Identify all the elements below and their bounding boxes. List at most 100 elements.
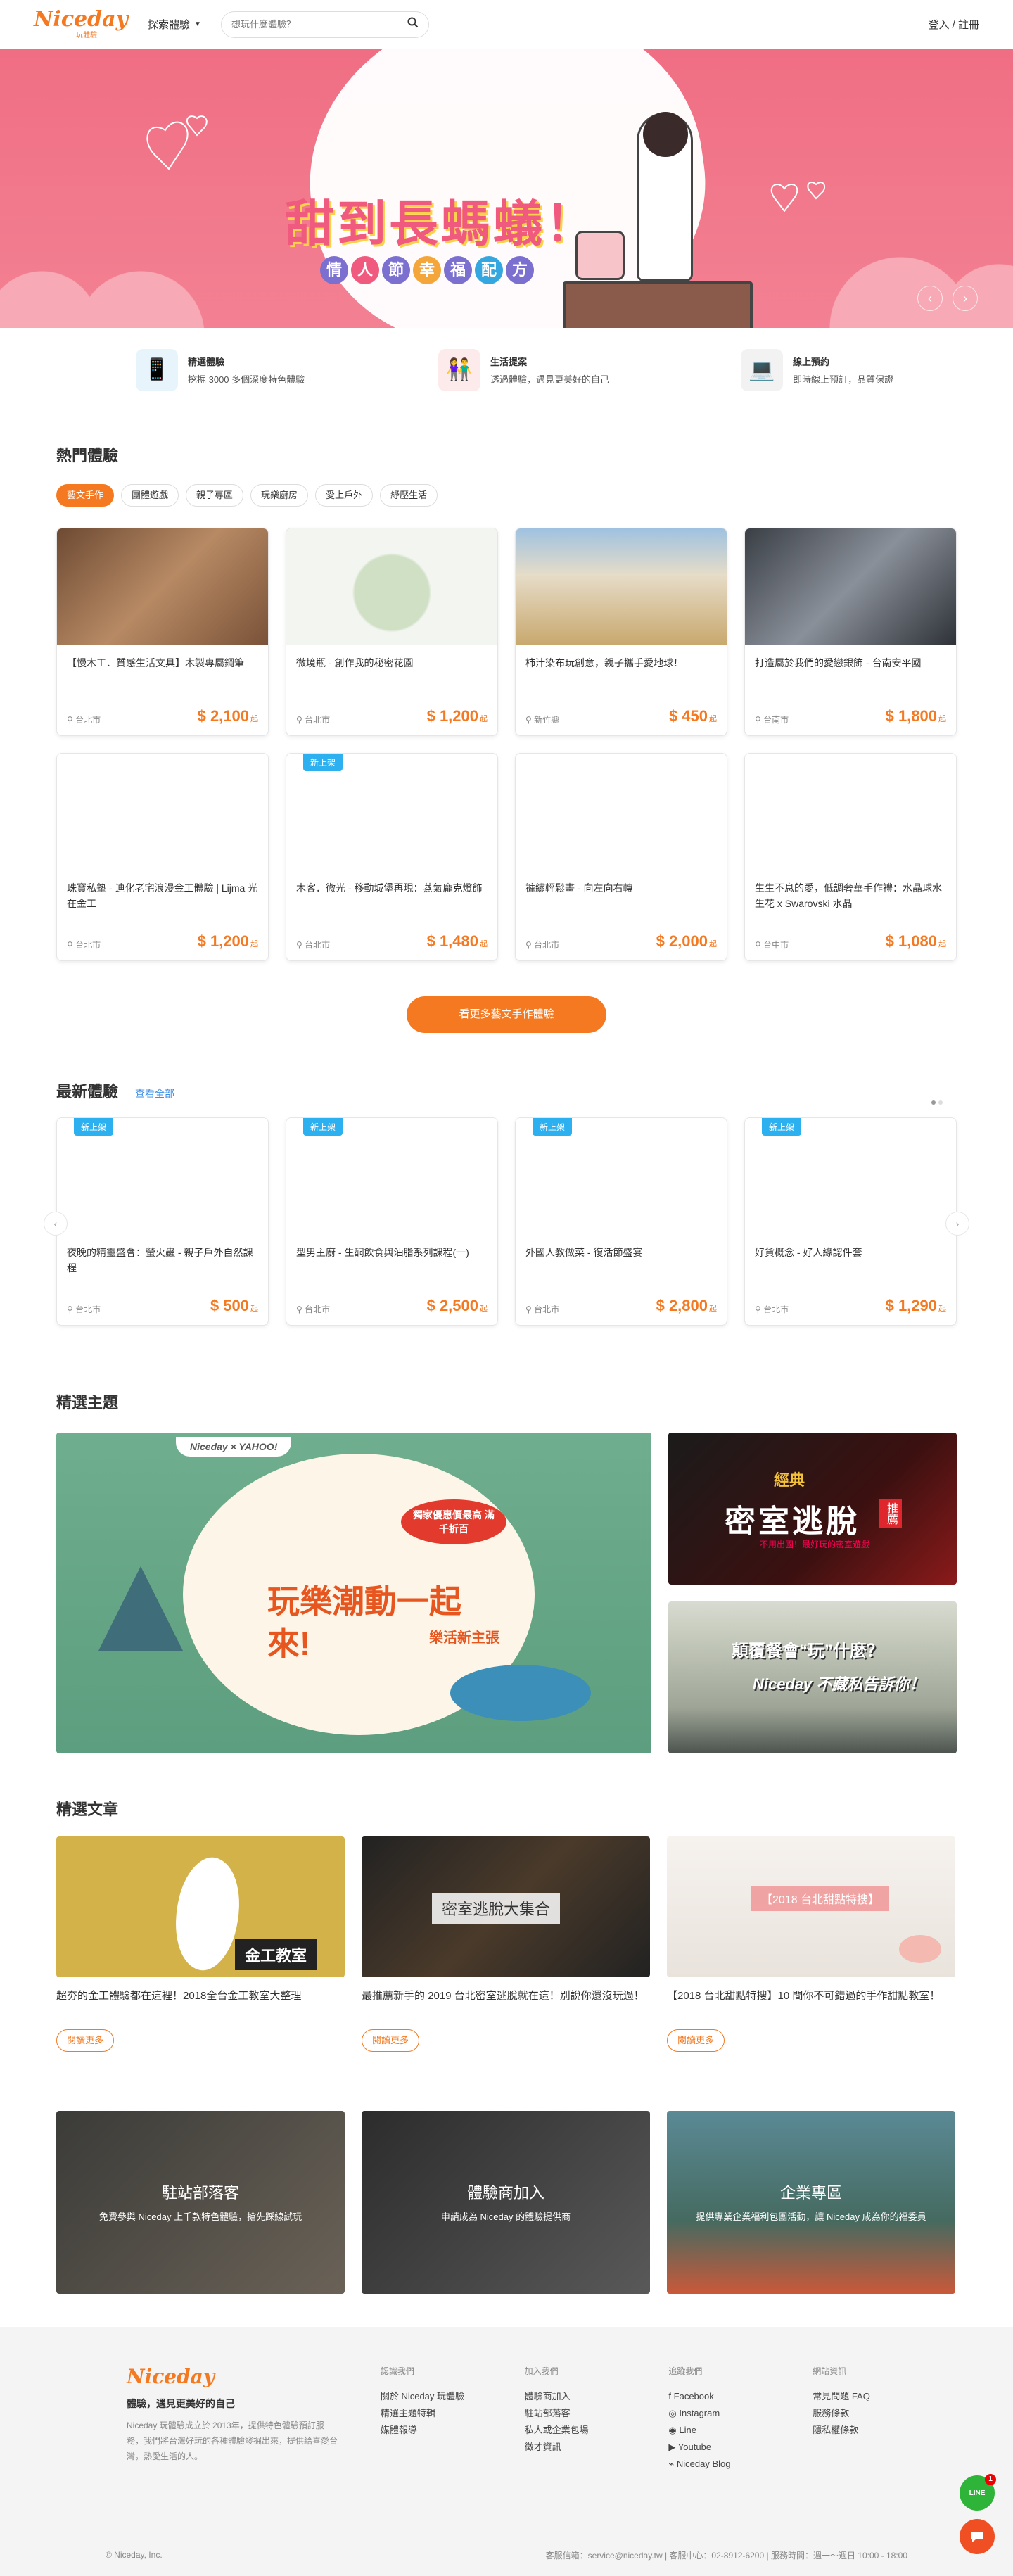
experience-card[interactable]: 新上架 好貨概念 - 好人緣認件套 ⚲ 台北市 $ 1,290 起 (744, 1117, 957, 1326)
article-image[interactable]: 金工教室 (56, 1836, 345, 1977)
theme-banner-yahoo[interactable]: Niceday × YAHOO! 獨家優惠價最高 滿千折百 玩樂潮動一起來! 樂… (56, 1433, 651, 1753)
experience-card[interactable]: 新上架 型男主廚 - 生酮飲食與油脂系列課程(一) ⚲ 台北市 $ 2,500 起 (286, 1117, 498, 1326)
article-title[interactable]: 最推薦新手的 2019 台北密室逃脫就在這！別說你還沒玩過！ (362, 1987, 650, 2024)
chip-kitchen[interactable]: 玩樂廚房 (250, 484, 309, 507)
hero-subtitle: 情人節幸福配方 (320, 256, 534, 284)
instagram-link[interactable]: ◎ Instagram (668, 2405, 813, 2422)
experience-name: 夜晚的精靈盛會：螢火蟲 - 親子戶外自然課程 (67, 1247, 253, 1274)
footer-link[interactable]: 媒體報導 (381, 2422, 525, 2439)
youtube-link[interactable]: ▶ Youtube (668, 2439, 813, 2456)
promo-enterprise[interactable]: 企業專區 提供專業企業福利包團活動，讓 Niceday 成為你的福委員 (667, 2111, 955, 2294)
experience-card[interactable]: 生生不息的愛，低調奢華手作禮：水晶球水生花 x Swarovski 水晶 ⚲ 台中… (744, 753, 957, 961)
feature-title: 線上預約 (793, 356, 830, 367)
footer-about: Niceday 玩體驗成立於 2013年，提供特色體驗預訂服務，我們將台灣好玩的… (127, 2420, 338, 2461)
experience-card[interactable]: 新上架 夜晚的精靈盛會：螢火蟲 - 親子戶外自然課程 ⚲ 台北市 $ 500 起 (56, 1117, 269, 1326)
footer-link[interactable]: 隱私權條款 (813, 2422, 957, 2439)
theme-banner-escape[interactable]: 經典 密室逃脫 推薦 不用出國！最好玩的密室遊戲 (668, 1433, 957, 1585)
experience-card[interactable]: 打造屬於我們的愛戀銀飾 - 台南安平國 ⚲ 台南市 $ 1,800 起 (744, 528, 957, 736)
footer-col-info: 網站資訊 常見問題 FAQ 服務條款 隱私權條款 (813, 2365, 957, 2473)
theme-stamp: 獨家優惠價最高 滿千折百 (401, 1499, 507, 1544)
explore-menu[interactable]: 探索體驗 ▼ (148, 17, 201, 32)
view-all-link[interactable]: 查看全部 (135, 1086, 174, 1100)
chip-kids[interactable]: 親子專區 (186, 484, 244, 507)
experience-card[interactable]: 珠寶私塾 - 迪化老宅浪漫金工體驗 | Lijma 光在金工 ⚲ 台北市 $ 1,2… (56, 753, 269, 961)
experience-price: $ 450 起 (668, 707, 717, 725)
footer-link[interactable]: 關於 Niceday 玩體驗 (381, 2388, 525, 2405)
footer-link[interactable]: 常見問題 FAQ (813, 2388, 957, 2405)
footer-link[interactable]: 服務條款 (813, 2405, 957, 2422)
location-pin-icon: ⚲ (296, 940, 305, 950)
search-input[interactable] (231, 19, 386, 30)
read-more-button[interactable]: 閱讀更多 (56, 2029, 115, 2052)
hero-prev-button[interactable]: ‹ (917, 286, 943, 311)
experience-location: ⚲ 台北市 (525, 940, 560, 950)
experience-price: $ 2,800 起 (656, 1297, 717, 1314)
latest-next-button[interactable]: › (945, 1212, 969, 1236)
promo-blogger[interactable]: 駐站部落客 免費參與 Niceday 上千款特色體驗，搶先踩線試玩 (56, 2111, 345, 2294)
experience-card[interactable]: 【慢木工．質感生活文具】木製專屬鋼筆 ⚲ 台北市 $ 2,100 起 (56, 528, 269, 736)
promo-title: 企業專區 (779, 2184, 842, 2202)
footer-col-head: 認識我們 (380, 2366, 414, 2376)
latest-prev-button[interactable]: ‹ (44, 1212, 68, 1236)
footer-logo[interactable]: Niceday (127, 2365, 381, 2388)
search-box (220, 11, 429, 38)
footer-link[interactable]: 徵才資訊 (525, 2439, 669, 2456)
experience-card[interactable]: 微境瓶 - 創作我的秘密花園 ⚲ 台北市 $ 1,200 起 (286, 528, 498, 736)
line-icon: LINE (969, 2489, 986, 2497)
experience-card[interactable]: 柿汁染布玩創意，親子攜手愛地球！ ⚲ 新竹縣 $ 450 起 (515, 528, 727, 736)
article-image[interactable]: 【2018 台北甜點特搜】 (667, 1836, 955, 1977)
line-chat-button[interactable]: LINE 1 (960, 2474, 996, 2511)
experience-card[interactable]: 褲繡輕鬆畫 - 向左向右轉 ⚲ 台北市 $ 2,000 起 (515, 753, 727, 961)
chip-arts[interactable]: 藝文手作 (56, 484, 115, 507)
article-card: 【2018 台北甜點特搜】 【2018 台北甜點特搜】10 間你不可錯過的手作甜… (667, 1836, 955, 2052)
chip-outdoor[interactable]: 愛上戶外 (315, 484, 374, 507)
facebook-link[interactable]: f Facebook (668, 2388, 813, 2405)
macaron-illustration (899, 1935, 941, 1963)
article-image[interactable]: 密室逃脫大集合 (362, 1836, 650, 1977)
experience-name: 珠寶私塾 - 迪化老宅浪漫金工體驗 | Lijma 光在金工 (67, 882, 258, 909)
experience-footer: ⚲ 台北市 $ 2,100 起 (67, 707, 258, 725)
article-title[interactable]: 【2018 台北甜點特搜】10 間你不可錯過的手作甜點教室！ (667, 1987, 955, 2024)
copyright: © Niceday, Inc. (106, 2550, 163, 2560)
promo-grid: 駐站部落客 免費參與 Niceday 上千款特色體驗，搶先踩線試玩 體驗商加入 … (56, 2111, 957, 2294)
promo-host[interactable]: 體驗商加入 申請成為 Niceday 的體驗提供商 (362, 2111, 650, 2294)
experience-location: ⚲ 台北市 (67, 715, 101, 725)
read-more-button[interactable]: 閱讀更多 (667, 2029, 725, 2052)
experience-location: ⚲ 台南市 (755, 715, 789, 725)
theme-party-title: 顛覆餐會“玩”什麼？ (732, 1642, 884, 1661)
section-title: 精選文章 (56, 1801, 119, 1818)
hero-banner[interactable]: 甜到長螞蟻！ 情人節幸福配方 🐜🐜 ‹ › (0, 49, 1013, 328)
chat-button[interactable] (960, 2519, 995, 2554)
feature-bar: 📱 精選體驗 挖掘 3000 多個深度特色體驗 👫 生活提案 透過體驗，遇見更美好的… (0, 328, 1013, 412)
new-badge: 新上架 (303, 754, 343, 771)
article-grid: 金工教室 超夯的金工體驗都在這裡！2018全台金工教室大整理 閱讀更多 密室逃脫… (56, 1836, 957, 2052)
rss-icon: ⌁ (668, 2458, 677, 2469)
search-icon[interactable] (407, 17, 419, 32)
login-register-link[interactable]: 登入 / 註冊 (928, 17, 979, 32)
experience-name: 生生不息的愛，低調奢華手作禮：水晶球水生花 x Swarovski 水晶 (755, 882, 942, 909)
footer-link[interactable]: 精選主題特輯 (381, 2405, 525, 2422)
theme-sub: 樂活新主張 (429, 1630, 499, 1646)
experience-location: ⚲ 台中市 (755, 940, 789, 950)
theme-banner-party[interactable]: 顛覆餐會“玩”什麼？ Niceday 不藏私告訴你！ (668, 1601, 957, 1753)
youtube-icon: ▶ (668, 2442, 678, 2452)
chip-group[interactable]: 團體遊戲 (121, 484, 179, 507)
blog-link[interactable]: ⌁ Niceday Blog (668, 2456, 813, 2473)
section-title: 精選主題 (56, 1394, 119, 1411)
experience-card[interactable]: 新上架 木客．微光 - 移動城堡再現：蒸氣龐克燈飾 ⚲ 台北市 $ 1,480 起 (286, 753, 498, 961)
more-experiences-button[interactable]: 看更多藝文手作體驗 (407, 996, 606, 1033)
line-link[interactable]: ◉ Line (668, 2422, 813, 2439)
article-title[interactable]: 超夯的金工體驗都在這裡！2018全台金工教室大整理 (56, 1987, 345, 2024)
footer-link[interactable]: 駐站部落客 (525, 2405, 669, 2422)
location-pin-icon: ⚲ (525, 715, 535, 725)
niceday-logo[interactable]: Niceday 玩體驗 (34, 9, 128, 40)
read-more-button[interactable]: 閱讀更多 (362, 2029, 420, 2052)
location-pin-icon: ⚲ (755, 1305, 764, 1314)
latest-section: 最新體驗 查看全部 新上架 夜晚的精靈盛會：螢火蟲 - 親子戶外自然課程 ⚲ 台北市 $… (44, 1079, 969, 1326)
chip-relax[interactable]: 紓壓生活 (380, 484, 438, 507)
footer-link[interactable]: 體驗商加入 (525, 2388, 669, 2405)
footer-link[interactable]: 私人或企業包場 (525, 2422, 669, 2439)
hero-next-button[interactable]: › (953, 286, 978, 311)
experience-card[interactable]: 新上架 外國人教做菜 - 復活節盛宴 ⚲ 台北市 $ 2,800 起 (515, 1117, 727, 1326)
section-title: 最新體驗 查看全部 (56, 1083, 175, 1100)
